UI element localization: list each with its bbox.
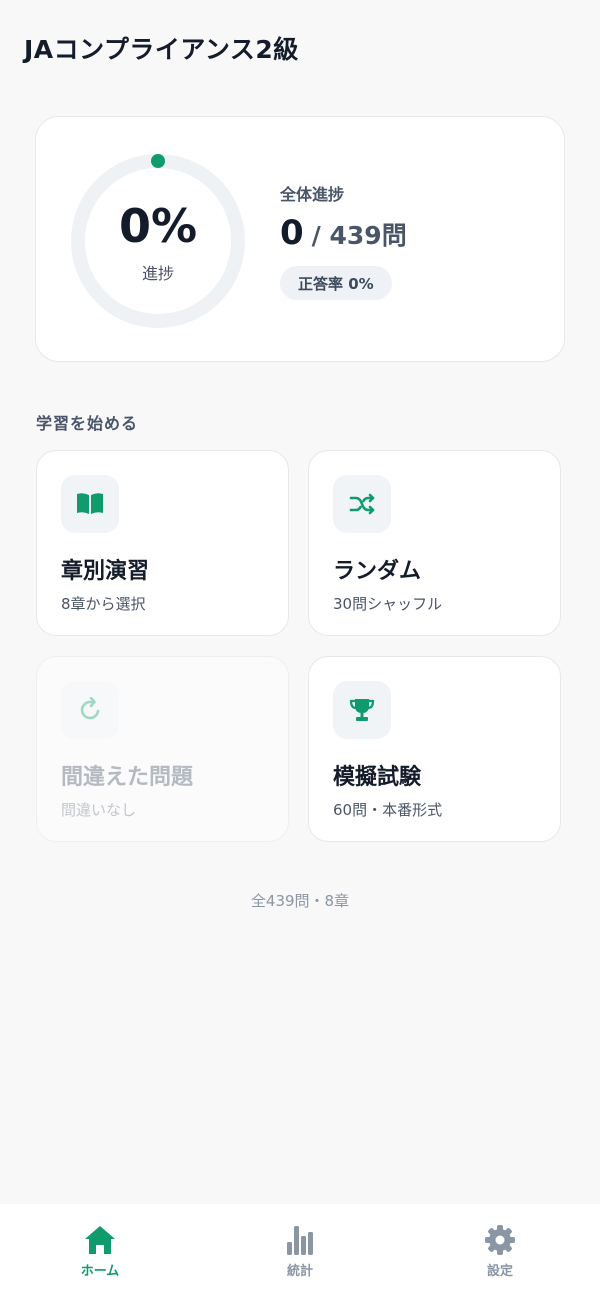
mode-title: 章別演習 xyxy=(61,559,150,584)
random-card[interactable]: ランダム 30問シャッフル xyxy=(308,450,561,636)
mock-exam-card[interactable]: 模擬試験 60問・本番形式 xyxy=(308,656,561,842)
overall-progress-label: 全体進捗 xyxy=(280,185,345,204)
mode-subtitle: 8章から選択 xyxy=(61,595,146,613)
mode-title: 間違えた問題 xyxy=(61,765,194,790)
bar-chart-icon xyxy=(287,1226,313,1255)
home-icon xyxy=(85,1226,115,1254)
mode-subtitle: 間違いなし xyxy=(61,801,137,819)
book-icon xyxy=(61,475,119,533)
mode-title: ランダム xyxy=(333,559,422,584)
progress-card: 0% 進捗 全体進捗 0 / 439問 正答率 0% xyxy=(35,116,565,362)
total-count: / 439問 xyxy=(311,221,407,250)
mode-title: 模擬試験 xyxy=(333,765,422,790)
app-title: JAコンプライアンス2級 xyxy=(24,35,299,64)
progress-ring: 0% 進捗 xyxy=(70,153,246,329)
tab-stats[interactable]: 統計 xyxy=(200,1204,400,1299)
footer-note: 全439問・8章 xyxy=(250,892,350,910)
mode-subtitle: 60問・本番形式 xyxy=(333,801,443,819)
section-title: 学習を始める xyxy=(36,414,139,433)
tab-home[interactable]: ホーム xyxy=(0,1204,200,1299)
answered-count: 0 xyxy=(280,213,304,253)
refresh-icon xyxy=(61,681,119,739)
tab-label: 設定 xyxy=(486,1264,513,1279)
chapter-practice-card[interactable]: 章別演習 8章から選択 xyxy=(36,450,289,636)
wrong-answers-card: 間違えた問題 間違いなし xyxy=(36,656,289,842)
accuracy-badge: 正答率 0% xyxy=(280,266,392,300)
shuffle-icon xyxy=(333,475,391,533)
trophy-icon xyxy=(333,681,391,739)
progress-ring-indicator xyxy=(151,154,165,168)
tab-settings[interactable]: 設定 xyxy=(400,1204,600,1299)
bottom-tab-bar: ホーム 統計 設定 xyxy=(0,1204,600,1299)
tab-label: ホーム xyxy=(80,1264,120,1279)
tab-label: 統計 xyxy=(286,1264,313,1279)
question-count: 0 / 439問 xyxy=(280,213,407,253)
gear-icon xyxy=(485,1225,515,1255)
progress-percent: 0% xyxy=(118,199,198,253)
mode-subtitle: 30問シャッフル xyxy=(333,595,443,613)
app-screen: JAコンプライアンス2級 0% 進捗 全体進捗 0 / 439問 正答率 0% … xyxy=(0,0,600,1299)
progress-percent-label: 進捗 xyxy=(141,264,174,283)
